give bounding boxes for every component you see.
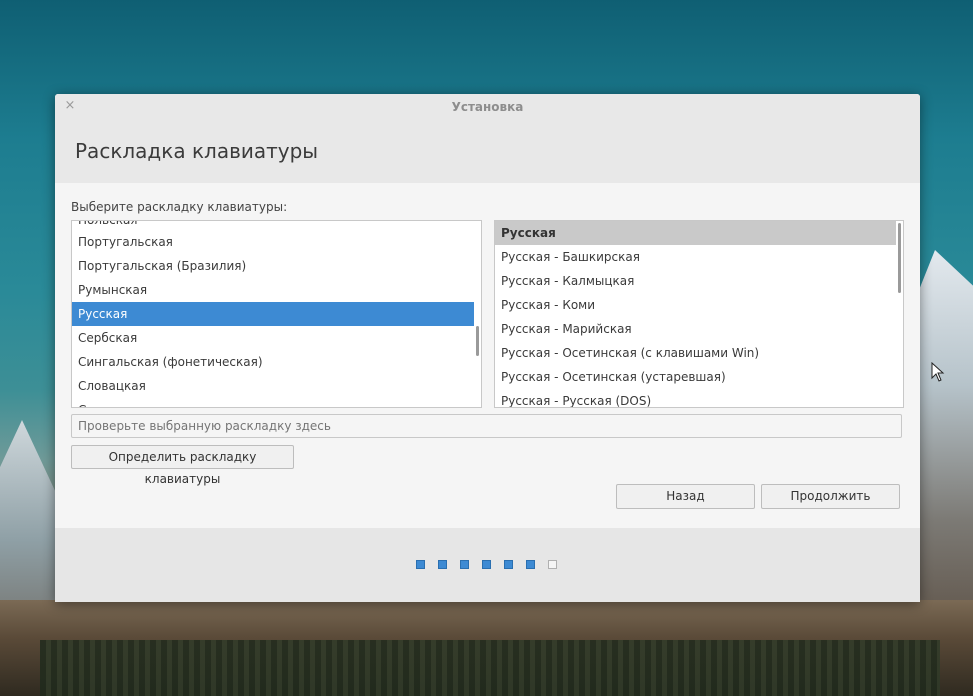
language-list[interactable]: Польская Португальская Португальская (Бр… — [71, 220, 482, 408]
layout-prompt-label: Выберите раскладку клавиатуры: — [71, 200, 288, 214]
continue-button[interactable]: Продолжить — [761, 484, 900, 509]
list-item[interactable]: Румынская — [72, 278, 474, 302]
page-header: Раскладка клавиатуры — [55, 120, 920, 183]
list-item[interactable]: Русская - Коми — [495, 293, 896, 317]
step-complete-marker — [416, 560, 425, 569]
mouse-cursor-icon — [931, 362, 945, 382]
titlebar: × Установка — [55, 94, 920, 120]
list-item[interactable]: Словенская — [72, 398, 474, 407]
detect-layout-button[interactable]: Определить раскладку клавиатуры — [71, 445, 294, 486]
step-complete-marker — [526, 560, 535, 569]
variant-list-scrollbar[interactable] — [898, 223, 901, 293]
list-item[interactable]: Сингальская (фонетическая) — [72, 350, 474, 374]
list-item[interactable]: Русская - Осетинская (устаревшая) — [495, 365, 896, 389]
list-item[interactable]: Русская - Марийская — [495, 317, 896, 341]
main-content: Выберите раскладку клавиатуры: Польская … — [55, 183, 920, 528]
step-complete-marker — [504, 560, 513, 569]
page-title: Раскладка клавиатуры — [75, 139, 319, 163]
test-layout-input[interactable] — [71, 414, 902, 438]
installer-window: × Установка Раскладка клавиатуры Выберит… — [55, 94, 920, 602]
back-button[interactable]: Назад — [616, 484, 755, 509]
step-pending-marker — [548, 560, 557, 569]
list-item[interactable]: Португальская — [72, 230, 474, 254]
variant-list[interactable]: Русская Русская - Башкирская Русская - К… — [494, 220, 904, 408]
list-item[interactable]: Сербская — [72, 326, 474, 350]
step-complete-marker — [438, 560, 447, 569]
desktop-background: × Установка Раскладка клавиатуры Выберит… — [0, 0, 973, 696]
step-complete-marker — [482, 560, 491, 569]
step-complete-marker — [460, 560, 469, 569]
list-item[interactable]: Русская - Осетинская (с клавишами Win) — [495, 341, 896, 365]
list-item-selected[interactable]: Русская — [495, 221, 896, 245]
progress-footer — [55, 528, 920, 602]
list-item[interactable]: Словацкая — [72, 374, 474, 398]
list-item[interactable]: Русская - Калмыцкая — [495, 269, 896, 293]
language-list-scrollbar[interactable] — [476, 326, 479, 356]
list-item[interactable]: Русская - Башкирская — [495, 245, 896, 269]
list-item[interactable]: Португальская (Бразилия) — [72, 254, 474, 278]
list-item-selected[interactable]: Русская — [72, 302, 474, 326]
list-item[interactable]: Русская - Русская (DOS) — [495, 389, 896, 407]
window-title: Установка — [451, 100, 524, 114]
wallpaper-forest — [40, 640, 940, 696]
